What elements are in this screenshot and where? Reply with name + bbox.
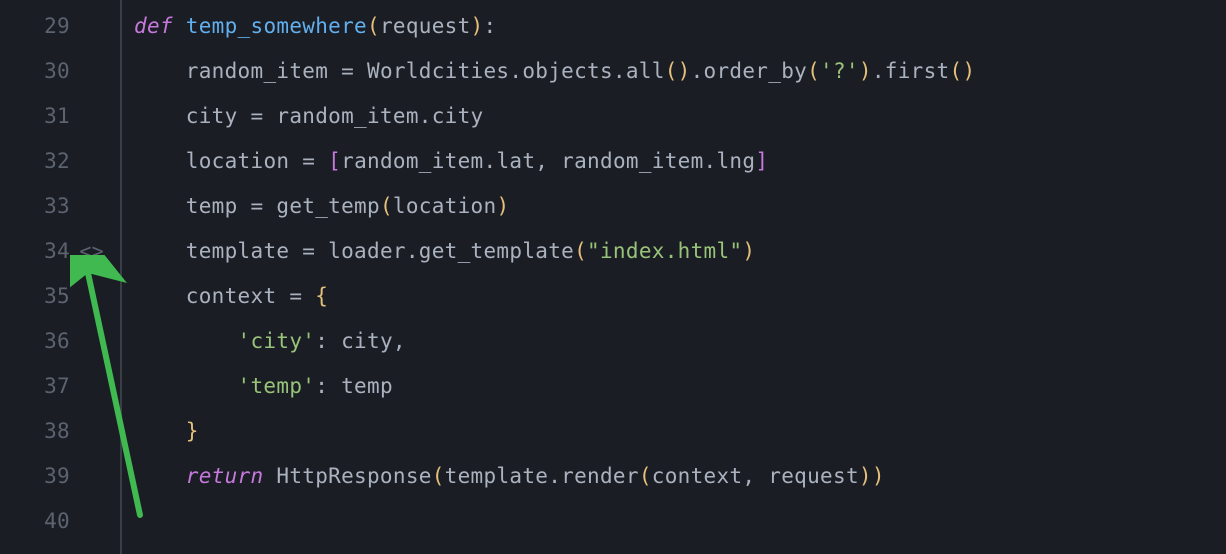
code-token: random_item.city (276, 104, 483, 128)
line-number: 31 (0, 94, 108, 139)
code-line[interactable]: random_item = Worldcities.objects.all().… (134, 49, 1226, 94)
code-line[interactable]: context = { (134, 274, 1226, 319)
code-token: [ (328, 149, 341, 173)
code-token: context (652, 464, 743, 488)
line-number: 33 (0, 184, 108, 229)
code-token: temp (341, 374, 393, 398)
code-token: random_item.lat (341, 149, 535, 173)
line-number-gutter: 293031323334<>353637383940 (0, 0, 120, 554)
code-token: ) (742, 239, 755, 263)
code-token: request (380, 14, 471, 38)
code-token: context (186, 284, 290, 308)
line-number: 39 (0, 454, 108, 499)
code-line[interactable]: } (134, 409, 1226, 454)
code-token: loader.get_template (328, 239, 574, 263)
code-token: } (186, 419, 199, 443)
code-line[interactable]: 'temp': temp (134, 364, 1226, 409)
code-token: random_item.lng (561, 149, 755, 173)
code-token: temp (186, 194, 251, 218)
code-editor[interactable]: 293031323334<>353637383940 def temp_some… (0, 0, 1226, 554)
code-line[interactable]: city = random_item.city (134, 94, 1226, 139)
code-token: get_temp (276, 194, 380, 218)
code-token: { (315, 284, 328, 308)
code-token: 'temp' (238, 374, 316, 398)
code-token: ) (471, 14, 484, 38)
code-token: = (251, 194, 277, 218)
code-token: , (535, 149, 561, 173)
code-token: = (289, 284, 315, 308)
code-token: city (186, 104, 251, 128)
code-token: ) (496, 194, 509, 218)
code-token: = (302, 149, 328, 173)
code-token: ( (574, 239, 587, 263)
code-token: )) (859, 464, 885, 488)
code-line[interactable]: def temp_somewhere(request): (134, 4, 1226, 49)
code-line[interactable]: return HttpResponse(template.render(cont… (134, 454, 1226, 499)
code-token: () (950, 59, 976, 83)
code-lens-marker-icon[interactable]: <> (79, 229, 104, 274)
code-line[interactable]: template = loader.get_template("index.ht… (134, 229, 1226, 274)
line-number: 36 (0, 319, 108, 364)
code-token: location (393, 194, 497, 218)
code-token: : (315, 329, 341, 353)
code-token: , (393, 329, 406, 353)
code-token: = (302, 239, 328, 263)
code-token: ) (859, 59, 872, 83)
code-line[interactable]: 'city': city, (134, 319, 1226, 364)
code-line[interactable] (134, 499, 1226, 544)
line-number: 32 (0, 139, 108, 184)
code-token: ( (432, 464, 445, 488)
code-token: return (186, 464, 277, 488)
code-token: .order_by (691, 59, 808, 83)
code-token: ( (639, 464, 652, 488)
line-number: 34<> (0, 229, 108, 274)
code-token: city (341, 329, 393, 353)
code-token: ( (367, 14, 380, 38)
code-token: Worldcities.objects.all (367, 59, 665, 83)
code-area[interactable]: def temp_somewhere(request): random_item… (122, 0, 1226, 554)
code-token: 'city' (238, 329, 316, 353)
code-token: = (341, 59, 367, 83)
code-token: '?' (820, 59, 859, 83)
line-number: 35 (0, 274, 108, 319)
line-number: 30 (0, 49, 108, 94)
code-token: ( (380, 194, 393, 218)
code-token: "index.html" (587, 239, 742, 263)
line-number: 37 (0, 364, 108, 409)
code-token: () (665, 59, 691, 83)
code-token: = (251, 104, 277, 128)
line-number: 38 (0, 409, 108, 454)
code-token: : (484, 14, 497, 38)
code-token: temp_somewhere (186, 14, 367, 38)
code-token: ] (755, 149, 768, 173)
code-line[interactable]: location = [random_item.lat, random_item… (134, 139, 1226, 184)
line-number: 40 (0, 499, 108, 544)
code-token: request (768, 464, 859, 488)
code-token: HttpResponse (276, 464, 431, 488)
code-token: .first (872, 59, 950, 83)
code-line[interactable]: temp = get_temp(location) (134, 184, 1226, 229)
code-token: def (134, 14, 186, 38)
code-token: ( (807, 59, 820, 83)
code-token: template (186, 239, 303, 263)
line-number: 29 (0, 4, 108, 49)
code-token: template.render (445, 464, 639, 488)
code-token: , (742, 464, 768, 488)
code-token: : (315, 374, 341, 398)
code-token: location (186, 149, 303, 173)
code-token: random_item (186, 59, 341, 83)
